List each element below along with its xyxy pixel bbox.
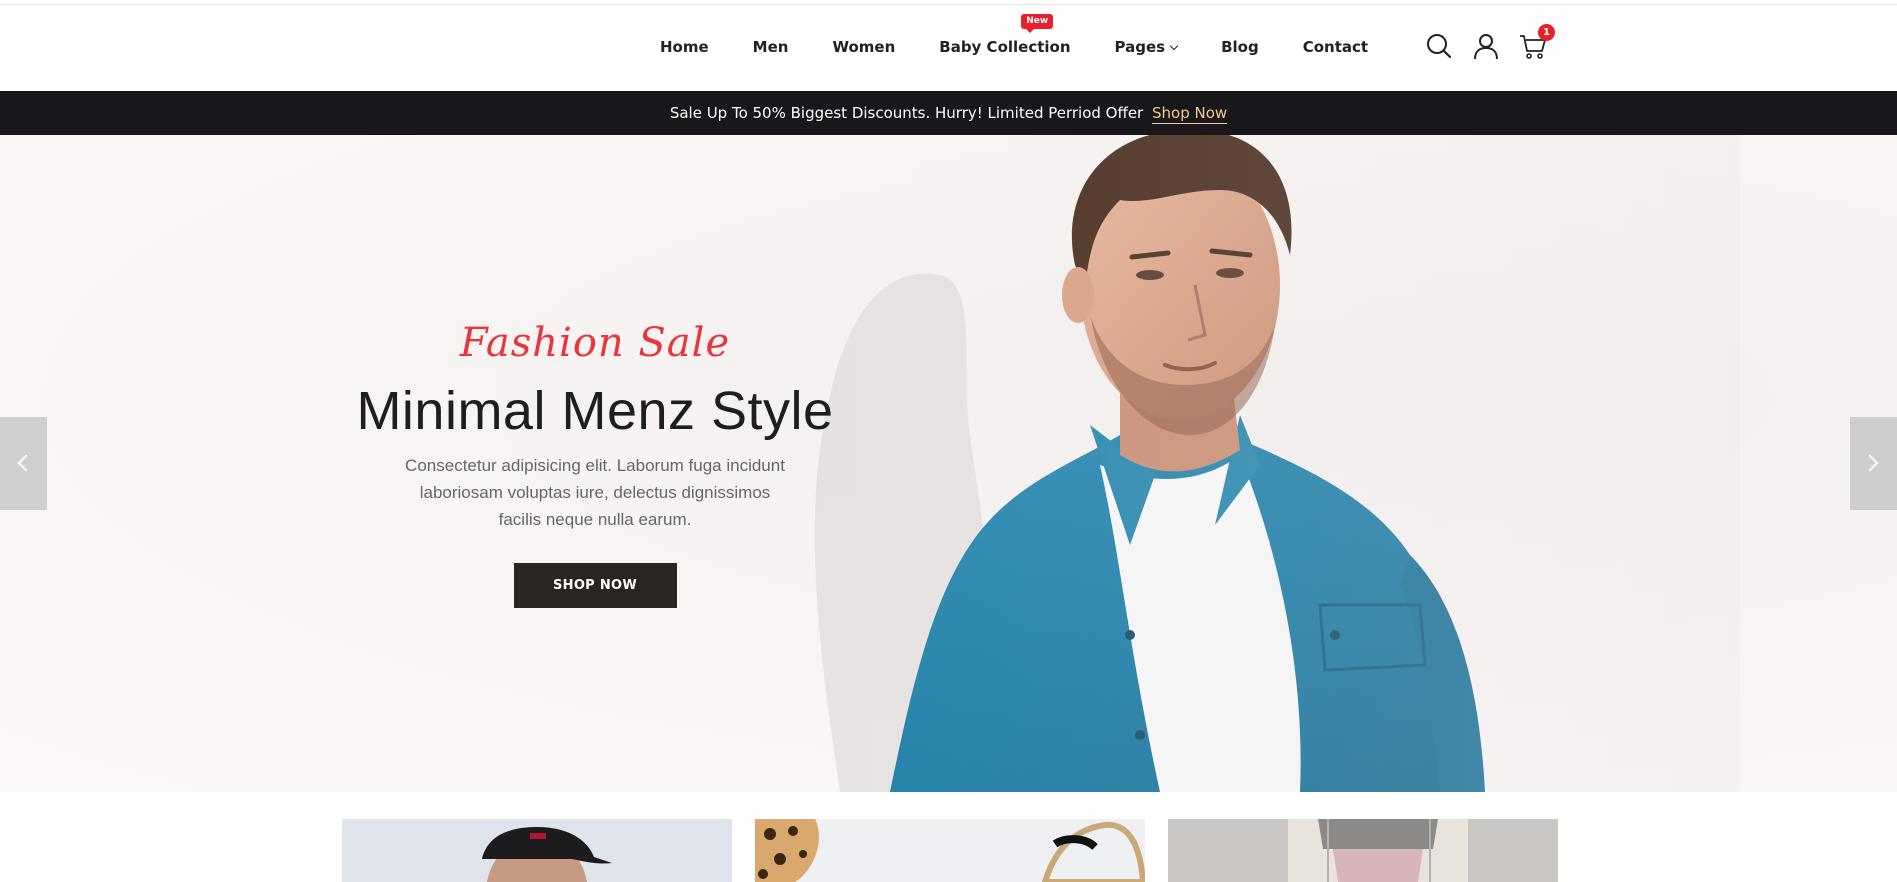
announcement-shop-link[interactable]: Shop Now [1152, 104, 1228, 124]
hero-model-image [760, 135, 1740, 792]
site-header: Home Men Women Baby Collection New Pages… [0, 5, 1897, 91]
nav-pages[interactable]: Pages [1114, 38, 1179, 56]
hero-subtitle: Fashion Sale [459, 320, 731, 366]
cap-model-image [342, 819, 732, 882]
chevron-down-icon [1169, 41, 1179, 51]
search-icon[interactable] [1425, 32, 1453, 60]
nav-home[interactable]: Home [660, 38, 709, 56]
new-badge: New [1021, 14, 1054, 33]
nav-blog[interactable]: Blog [1221, 38, 1259, 56]
nav-baby-collection-label: Baby Collection [939, 38, 1071, 56]
hero-description: Consectetur adipisicing elit. Laborum fu… [405, 456, 785, 529]
category-card-image[interactable] [342, 819, 732, 882]
nav-pages-label: Pages [1114, 38, 1166, 56]
category-cards [342, 819, 1558, 882]
women-fashion-image [1168, 819, 1558, 882]
chevron-right-icon [1861, 454, 1879, 472]
cart-icon[interactable]: 1 [1519, 24, 1555, 60]
hero-content: Fashion Sale Minimal Menz Style Consecte… [340, 320, 850, 608]
cart-count-badge: 1 [1538, 24, 1555, 41]
hero-title: Minimal Menz Style [356, 381, 834, 441]
nav-men[interactable]: Men [753, 38, 789, 56]
category-card-image[interactable] [1168, 819, 1558, 882]
main-nav: Home Men Women Baby Collection New Pages… [660, 14, 1368, 56]
accessories-image [755, 819, 1145, 882]
category-card-image[interactable] [755, 819, 1145, 882]
slider-prev-button[interactable] [0, 417, 47, 510]
nav-baby-collection[interactable]: Baby Collection New [939, 14, 1071, 56]
slider-next-button[interactable] [1850, 417, 1897, 510]
chevron-left-icon [17, 454, 35, 472]
announcement-text: Sale Up To 50% Biggest Discounts. Hurry!… [669, 104, 1144, 122]
nav-contact[interactable]: Contact [1303, 38, 1368, 56]
shop-now-button[interactable]: SHOP NOW [513, 563, 677, 608]
announcement-bar: Sale Up To 50% Biggest Discounts. Hurry!… [0, 91, 1897, 135]
header-icons: 1 [1425, 24, 1555, 60]
hero-slider: Fashion Sale Minimal Menz Style Consecte… [0, 135, 1897, 792]
nav-women[interactable]: Women [832, 38, 895, 56]
user-icon[interactable] [1472, 32, 1500, 60]
